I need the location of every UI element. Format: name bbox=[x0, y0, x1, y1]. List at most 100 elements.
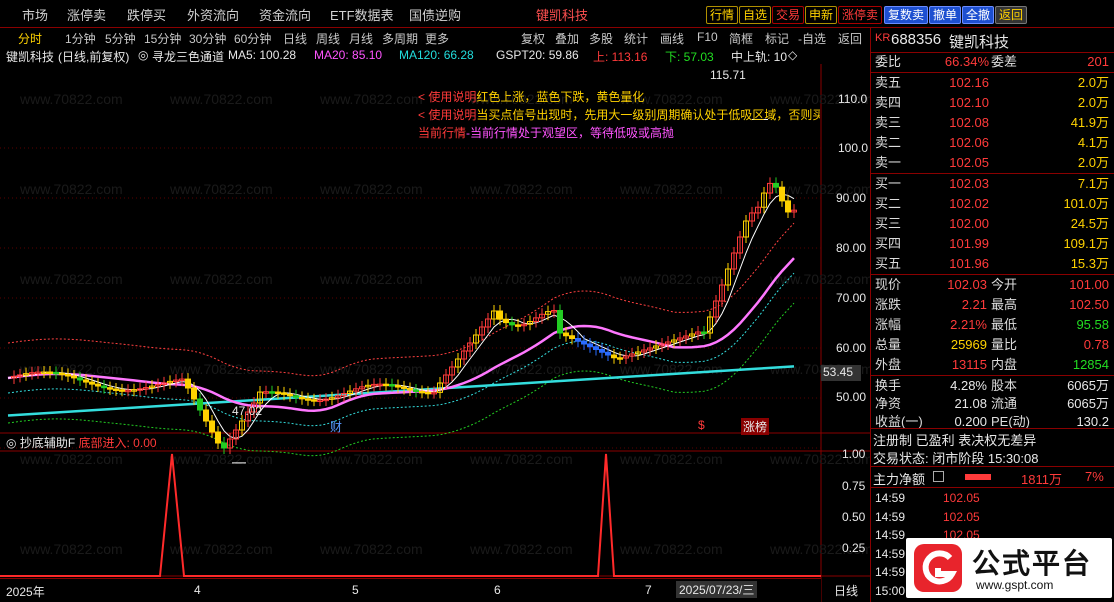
sub-axis-1: 1.00 bbox=[842, 447, 866, 461]
sell-row: 卖一 102.05 2.0万 bbox=[871, 153, 1114, 173]
btn-new-stock[interactable]: 申新 bbox=[805, 6, 838, 24]
sell-volume: 41.9万 bbox=[1070, 115, 1109, 130]
x-label-4: 4 bbox=[194, 583, 201, 597]
ind-name[interactable]: 寻龙三色通道 bbox=[152, 48, 224, 65]
note-3-text: -当前行情处于观望区，等待低吸或高抛 bbox=[466, 126, 675, 140]
tab-5min[interactable]: 5分钟 bbox=[105, 30, 136, 47]
candle-body bbox=[605, 351, 611, 356]
btn-cancel-order[interactable]: 撤单 bbox=[929, 6, 962, 24]
tool-stats[interactable]: 统计 bbox=[624, 30, 648, 47]
watermark-text: www.70822.com bbox=[19, 541, 123, 557]
menu-etf-table[interactable]: ETF数据表 bbox=[330, 5, 394, 24]
weibi-row: 委比 66.34% 委差 201 bbox=[871, 52, 1114, 72]
tool-overlay[interactable]: 叠加 bbox=[555, 30, 579, 47]
btn-quote[interactable]: 行情 bbox=[706, 6, 739, 24]
diamond-icon: ◇ bbox=[788, 48, 798, 62]
sell-label: 卖二 bbox=[875, 135, 902, 150]
tab-daily[interactable]: 日线 bbox=[283, 30, 307, 47]
btn-limit-sell[interactable]: 涨停卖 bbox=[838, 6, 883, 24]
low-label: 47.02 bbox=[232, 404, 263, 418]
menu-limit-up-sell[interactable]: 涨停卖 bbox=[67, 5, 106, 24]
tab-30min[interactable]: 30分钟 bbox=[189, 30, 226, 47]
menu-foreign-flow[interactable]: 外资流向 bbox=[187, 5, 239, 24]
watermark-text: www.70822.com bbox=[469, 181, 573, 197]
list-icon[interactable] bbox=[933, 471, 944, 482]
btn-watchlist[interactable]: 自选 bbox=[739, 6, 772, 24]
cursor-date: 2025/07/23/三 bbox=[676, 581, 758, 598]
watermark-text: www.70822.com bbox=[319, 451, 423, 467]
menu-market[interactable]: 市场 bbox=[22, 5, 48, 24]
note-2-text: 当买点信号出现时，先用大一级别周期确认处于低吸区域，否则买 bbox=[476, 108, 820, 122]
note-2-prefix: < 使用说明 bbox=[418, 108, 477, 122]
stat2-label: 换手 bbox=[875, 378, 902, 393]
zhangbang-flag[interactable]: 涨榜 bbox=[741, 418, 770, 435]
kline-chart[interactable]: www.70822.com www.70822.com www.70822.com w… bbox=[0, 64, 870, 602]
stat-row: 现价 102.03 今开 101.00 bbox=[871, 275, 1114, 295]
stat-row: 涨幅 2.21% 最低 95.58 bbox=[871, 315, 1114, 335]
buy-label: 买三 bbox=[875, 216, 902, 231]
axis-110: 110.0 bbox=[838, 92, 868, 106]
tool-f10[interactable]: F10 bbox=[697, 30, 718, 44]
candle-body bbox=[593, 346, 599, 350]
finance-flag[interactable]: 财 bbox=[330, 418, 342, 435]
tab-timeshare[interactable]: 分时 bbox=[18, 30, 42, 47]
tool-fuquan[interactable]: 复权 bbox=[521, 30, 545, 47]
candle-body bbox=[581, 340, 587, 345]
candle-body bbox=[425, 391, 431, 395]
sub-title[interactable]: 抄底辅助F bbox=[20, 436, 75, 450]
stat-value-2: 95.58 bbox=[1076, 317, 1109, 332]
gear-icon[interactable]: ◎ bbox=[6, 436, 16, 450]
watermark-text: www.70822.com bbox=[619, 451, 723, 467]
btn-multi-sell[interactable]: 复数卖 bbox=[884, 6, 929, 24]
menu-limit-down-buy[interactable]: 跌停买 bbox=[127, 5, 166, 24]
tab-1min[interactable]: 1分钟 bbox=[65, 30, 96, 47]
tab-15min[interactable]: 15分钟 bbox=[144, 30, 181, 47]
candle-body bbox=[53, 371, 59, 375]
btn-trade[interactable]: 交易 bbox=[772, 6, 805, 24]
tab-more[interactable]: 更多 bbox=[425, 30, 449, 47]
buy-row: 买五 101.96 15.3万 bbox=[871, 254, 1114, 274]
tab-multi-period[interactable]: 多周期 bbox=[382, 30, 418, 47]
buy-row: 买一 102.03 7.1万 bbox=[871, 174, 1114, 194]
candle-body bbox=[407, 387, 413, 391]
axis-90: 90.00 bbox=[836, 191, 867, 205]
period-label: 日线 bbox=[834, 584, 859, 598]
buy-price: 101.96 bbox=[949, 256, 989, 271]
candle-body bbox=[287, 393, 293, 397]
btn-back[interactable]: 返回 bbox=[995, 6, 1028, 24]
sub-chart-header: ◎ 抄底辅助F 底部进入: 0.00 bbox=[6, 434, 157, 451]
trade-status: 交易状态: 闭市阶段 15:30:08 bbox=[873, 451, 1039, 466]
stat-label: 外盘 bbox=[875, 357, 902, 372]
stat-value-2: 12854 bbox=[1072, 357, 1109, 372]
candle-body bbox=[77, 377, 83, 381]
tool-mark[interactable]: 标记 bbox=[765, 30, 789, 47]
tick-time: 14:59 bbox=[875, 509, 906, 524]
candle-body bbox=[275, 391, 281, 395]
tool-multi-stock[interactable]: 多股 bbox=[589, 30, 613, 47]
candle-body bbox=[389, 384, 395, 387]
gear-icon[interactable]: ◎ bbox=[138, 48, 148, 62]
candle-body bbox=[779, 186, 785, 202]
tool-draw[interactable]: 画线 bbox=[660, 30, 684, 47]
stat-value-2: 0.78 bbox=[1083, 337, 1109, 352]
stat-value: 2.21 bbox=[961, 297, 987, 312]
tick-time: 14:59 bbox=[875, 565, 906, 579]
tool-simple-frame[interactable]: 简框 bbox=[729, 30, 753, 47]
menu-stock-name[interactable]: 键凯科技 bbox=[536, 5, 588, 24]
x-label-6: 6 bbox=[494, 583, 501, 597]
dollar-flag[interactable]: $ bbox=[698, 418, 705, 432]
sub-axis-05: 0.50 bbox=[842, 510, 866, 524]
candle-body bbox=[101, 385, 107, 389]
tab-60min[interactable]: 60分钟 bbox=[234, 30, 271, 47]
btn-cancel-all[interactable]: 全撤 bbox=[962, 6, 995, 24]
tab-weekly[interactable]: 周线 bbox=[316, 30, 340, 47]
tool-back[interactable]: 返回 bbox=[838, 30, 862, 47]
ind-up: 上: 113.16 bbox=[593, 50, 648, 64]
watermark-text: www.70822.com bbox=[319, 91, 423, 107]
sell-label: 卖四 bbox=[875, 95, 902, 110]
tool-watchlist[interactable]: -自选 bbox=[798, 30, 826, 47]
menu-repo[interactable]: 国债逆购 bbox=[409, 5, 461, 24]
watermark-text: www.70822.com bbox=[469, 271, 573, 287]
tab-monthly[interactable]: 月线 bbox=[349, 30, 373, 47]
menu-fund-flow[interactable]: 资金流向 bbox=[259, 5, 311, 24]
